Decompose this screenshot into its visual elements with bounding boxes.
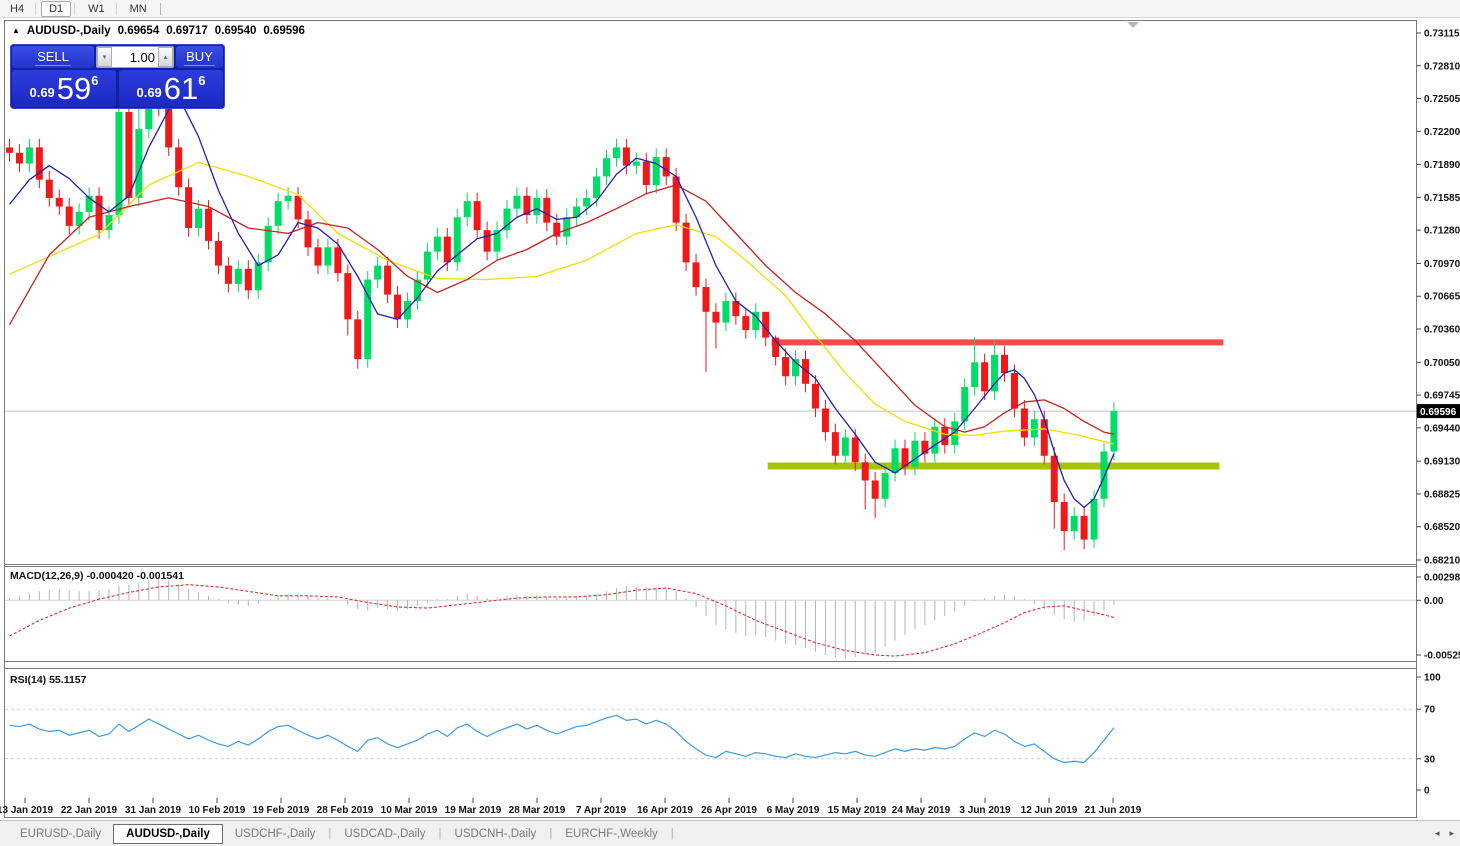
svg-text:26 Apr 2019: 26 Apr 2019 bbox=[701, 805, 757, 816]
one-click-trade-panel: SELL ▾ ▴ BUY 0.69 59 6 0.69 61 6 bbox=[10, 44, 225, 109]
svg-text:0.68825: 0.68825 bbox=[1424, 489, 1460, 500]
sell-price-base: 0.69 bbox=[29, 85, 54, 100]
buy-price-button[interactable]: 0.69 61 6 bbox=[119, 70, 223, 107]
svg-text:0.71585: 0.71585 bbox=[1424, 193, 1460, 204]
spin-up-icon: ▴ bbox=[164, 53, 168, 61]
spin-down-icon: ▾ bbox=[103, 53, 107, 61]
svg-text:19 Mar 2019: 19 Mar 2019 bbox=[445, 805, 502, 816]
svg-text:0.69440: 0.69440 bbox=[1424, 423, 1460, 434]
buy-button[interactable]: BUY bbox=[176, 46, 223, 68]
svg-text:12 Jun 2019: 12 Jun 2019 bbox=[1021, 805, 1078, 816]
svg-text:0.72200: 0.72200 bbox=[1424, 127, 1460, 138]
svg-text:0.68210: 0.68210 bbox=[1424, 555, 1460, 566]
svg-text:24 May 2019: 24 May 2019 bbox=[892, 805, 951, 816]
svg-text:0.73115: 0.73115 bbox=[1424, 29, 1460, 40]
svg-text:19 Feb 2019: 19 Feb 2019 bbox=[253, 805, 310, 816]
sell-button-label: SELL bbox=[35, 49, 71, 66]
buy-button-label: BUY bbox=[184, 49, 215, 66]
svg-text:21 Jun 2019: 21 Jun 2019 bbox=[1085, 805, 1142, 816]
svg-text:0.69745: 0.69745 bbox=[1424, 391, 1460, 402]
svg-text:0.69130: 0.69130 bbox=[1424, 457, 1460, 468]
collapse-panel-icon[interactable]: ▲ bbox=[12, 26, 20, 35]
svg-text:0.70050: 0.70050 bbox=[1424, 358, 1460, 369]
svg-text:22 Jan 2019: 22 Jan 2019 bbox=[61, 805, 118, 816]
svg-text:100: 100 bbox=[1424, 673, 1441, 684]
volume-input[interactable] bbox=[112, 47, 158, 67]
volume-spinner: ▾ ▴ bbox=[96, 46, 174, 68]
svg-text:-0.005256: -0.005256 bbox=[1424, 651, 1460, 662]
macd-label: MACD(12,26,9) -0.000420 -0.001541 bbox=[10, 570, 184, 582]
svg-text:0.70970: 0.70970 bbox=[1424, 259, 1460, 270]
chart-title-line: ▲ AUDUSD-,Daily 0.69654 0.69717 0.69540 … bbox=[12, 25, 305, 37]
sell-button[interactable]: SELL bbox=[12, 46, 94, 68]
price-scale[interactable]: 0.73115 0.72810 0.72505 0.72200 0.71890 0.715… bbox=[1417, 29, 1460, 567]
svg-text:0.00: 0.00 bbox=[1424, 596, 1444, 607]
svg-text:7 Apr 2019: 7 Apr 2019 bbox=[576, 805, 627, 816]
ohlc-open: 0.69654 bbox=[118, 25, 160, 37]
chart-canvas[interactable]: 0.73115 0.72810 0.72505 0.72200 0.71890 0.715… bbox=[0, 0, 1460, 846]
ohlc-close: 0.69596 bbox=[263, 25, 305, 37]
svg-text:0.71890: 0.71890 bbox=[1424, 160, 1460, 171]
volume-increase-button[interactable]: ▴ bbox=[158, 47, 173, 67]
svg-text:0.002984: 0.002984 bbox=[1424, 573, 1460, 584]
svg-text:0.72810: 0.72810 bbox=[1424, 61, 1460, 72]
ohlc-low: 0.69540 bbox=[215, 25, 257, 37]
symbol-label: AUDUSD-,Daily bbox=[27, 25, 111, 37]
svg-text:30: 30 bbox=[1424, 754, 1436, 765]
rsi-label: RSI(14) 55.1157 bbox=[10, 674, 86, 686]
sell-price-button[interactable]: 0.69 59 6 bbox=[12, 70, 116, 107]
svg-text:28 Feb 2019: 28 Feb 2019 bbox=[317, 805, 374, 816]
svg-text:0.70665: 0.70665 bbox=[1424, 292, 1460, 303]
svg-text:13 Jan 2019: 13 Jan 2019 bbox=[0, 805, 54, 816]
chart-borders bbox=[5, 21, 1417, 818]
svg-text:28 Mar 2019: 28 Mar 2019 bbox=[509, 805, 566, 816]
current-price-badge: 0.69596 bbox=[1420, 407, 1457, 418]
svg-text:0.71280: 0.71280 bbox=[1424, 226, 1460, 237]
sell-price-big: 59 bbox=[57, 73, 91, 104]
buy-price-base: 0.69 bbox=[136, 85, 161, 100]
buy-price-big: 61 bbox=[164, 73, 198, 104]
svg-text:70: 70 bbox=[1424, 705, 1436, 716]
svg-text:0: 0 bbox=[1424, 786, 1430, 797]
svg-text:6 May 2019: 6 May 2019 bbox=[767, 805, 820, 816]
ohlc-high: 0.69717 bbox=[166, 25, 208, 37]
svg-text:3 Jun 2019: 3 Jun 2019 bbox=[959, 805, 1011, 816]
buy-price-sup: 6 bbox=[198, 73, 205, 88]
svg-text:0.70360: 0.70360 bbox=[1424, 324, 1460, 335]
svg-text:10 Feb 2019: 10 Feb 2019 bbox=[189, 805, 246, 816]
svg-text:0.68520: 0.68520 bbox=[1424, 522, 1460, 533]
volume-decrease-button[interactable]: ▾ bbox=[97, 47, 112, 67]
svg-text:16 Apr 2019: 16 Apr 2019 bbox=[637, 805, 693, 816]
svg-text:0.72505: 0.72505 bbox=[1424, 94, 1460, 105]
sell-price-sup: 6 bbox=[91, 73, 98, 88]
svg-text:15 May 2019: 15 May 2019 bbox=[828, 805, 887, 816]
svg-text:31 Jan 2019: 31 Jan 2019 bbox=[125, 805, 182, 816]
svg-text:10 Mar 2019: 10 Mar 2019 bbox=[381, 805, 438, 816]
